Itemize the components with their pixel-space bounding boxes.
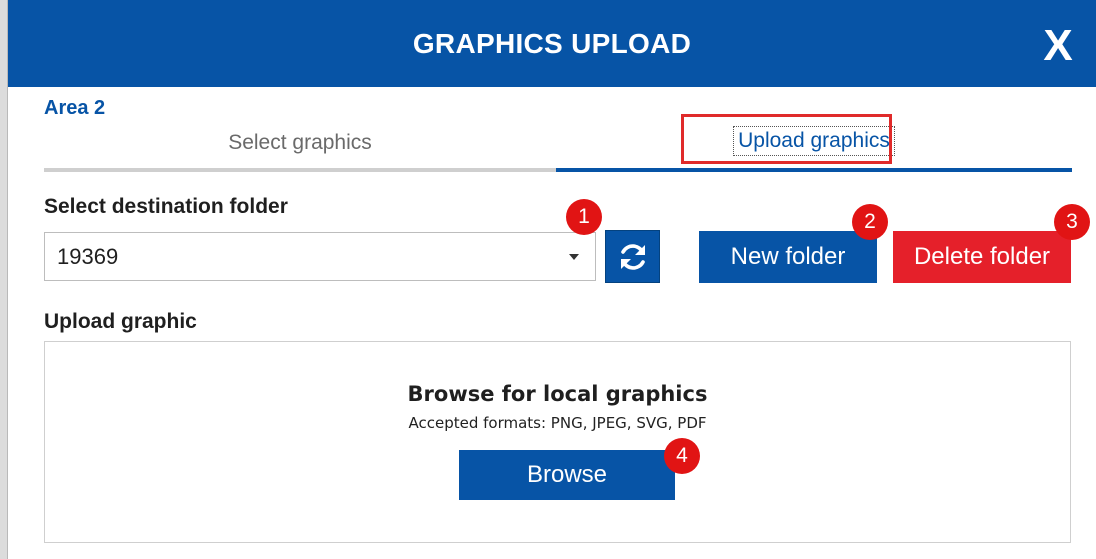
tab-bar: Select graphics Upload graphics [44, 110, 1072, 176]
close-button[interactable]: X [1028, 20, 1088, 72]
callout-highlight-box [681, 114, 892, 164]
refresh-button[interactable] [605, 230, 660, 283]
browse-title: Browse for local graphics [407, 382, 708, 406]
browse-button[interactable]: Browse [459, 450, 675, 500]
tab-active-indicator [556, 168, 1072, 172]
callout-badge-1: 1 [566, 199, 602, 235]
upload-dropzone: Browse for local graphics Accepted forma… [44, 341, 1071, 543]
new-folder-button[interactable]: New folder [699, 231, 877, 283]
dialog-title: GRAPHICS UPLOAD [412, 28, 692, 59]
chevron-down-icon [569, 254, 579, 260]
window-frame [0, 0, 8, 559]
callout-badge-2: 2 [852, 204, 888, 240]
destination-folder-label: Select destination folder [44, 195, 288, 218]
dialog-titlebar: GRAPHICS UPLOAD X [8, 0, 1096, 87]
delete-folder-button[interactable]: Delete folder [893, 231, 1071, 283]
accepted-formats: Accepted formats: PNG, JPEG, SVG, PDF [408, 414, 707, 432]
destination-folder-value: 19369 [57, 244, 119, 269]
callout-badge-3: 3 [1054, 204, 1090, 240]
tab-select-graphics[interactable]: Select graphics [44, 110, 556, 168]
refresh-icon [621, 244, 645, 270]
upload-graphic-label: Upload graphic [44, 310, 197, 333]
callout-badge-4: 4 [664, 438, 700, 474]
destination-folder-select[interactable]: 19369 [44, 232, 596, 281]
